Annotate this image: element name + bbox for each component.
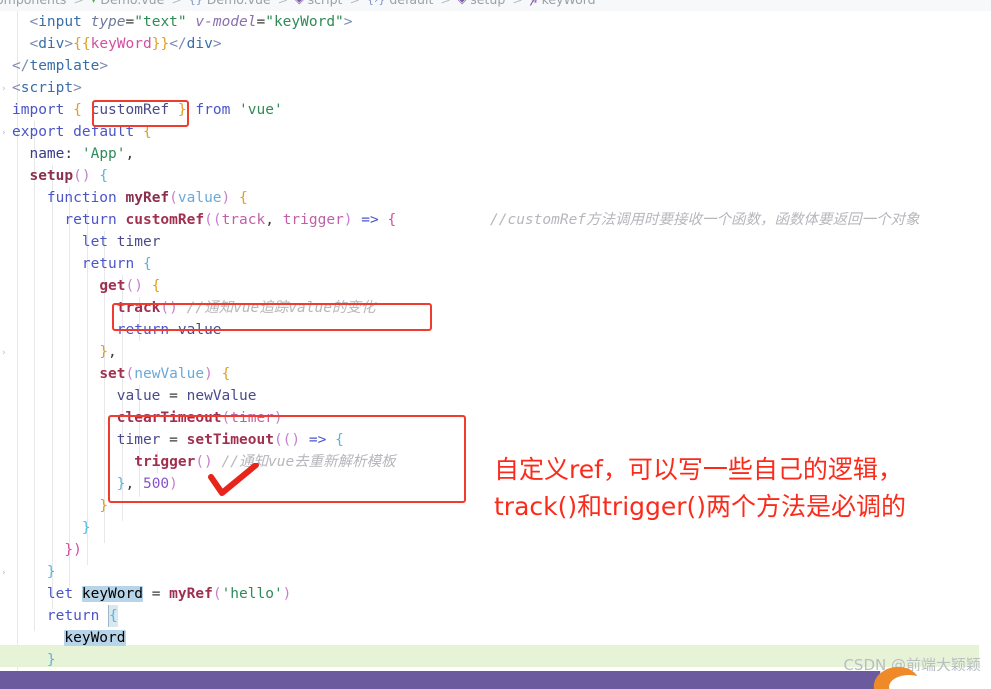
code-line[interactable]: })	[12, 539, 81, 561]
breadcrumb-label: keyWord	[542, 0, 596, 7]
breadcrumb-item-default[interactable]: {›} default	[367, 0, 433, 8]
code-line[interactable]: let keyWord = myRef('hello')	[12, 583, 291, 605]
code-line[interactable]: }	[12, 517, 91, 539]
annotation-note-line-1: 自定义ref，可以写一些自己的逻辑，	[494, 455, 903, 484]
code-line[interactable]: keyWord	[12, 627, 126, 649]
export-icon: {›}	[367, 0, 385, 8]
breadcrumb-label: Demo.vue	[100, 0, 164, 7]
code-line[interactable]: }	[12, 649, 56, 671]
breadcrumb-item-components[interactable]: omponents	[0, 0, 66, 8]
breadcrumb-label: script	[308, 0, 343, 7]
code-line[interactable]: }	[12, 495, 108, 517]
code-line[interactable]: return {	[12, 605, 118, 627]
breadcrumb-separator: >	[433, 0, 457, 8]
code-line[interactable]: set(newValue) {	[12, 363, 230, 385]
breadcrumb-item-keyword[interactable]: 𝓅 keyWord	[530, 0, 596, 8]
breadcrumb-separator: >	[342, 0, 366, 8]
inline-comment-customref: //customRef方法调用时要接收一个函数，函数体要返回一个对象	[490, 212, 920, 228]
inline-comment-trigger: //通知vue去重新解析模板	[221, 454, 396, 470]
code-line[interactable]: <div>{{keyWord}}</div>	[12, 33, 221, 55]
fold-marker-let[interactable]: ›	[2, 569, 11, 578]
breadcrumb-item-demo-vue-file[interactable]: ▾Demo.vue	[91, 0, 164, 8]
code-line[interactable]: </template>	[12, 55, 108, 77]
annotation-note-line-2: track()和trigger()两个方法是必调的	[494, 492, 907, 521]
editor-screenshot: omponents>▾Demo.vue>{}Demo.vue>◈script>{…	[0, 0, 991, 689]
code-line[interactable]: return {	[12, 253, 152, 275]
code-line[interactable]: import { customRef } from 'vue'	[12, 99, 283, 121]
code-line[interactable]: track() //通知vue追踪value的变化	[12, 297, 376, 319]
breadcrumb-item-demo-vue-symbol[interactable]: {} Demo.vue	[189, 0, 271, 8]
vue-logo-icon: ◈	[295, 0, 303, 8]
breadcrumb-separator: >	[66, 0, 90, 8]
breadcrumb-label: Demo.vue	[207, 0, 271, 7]
code-line[interactable]: timer = setTimeout(() => {	[12, 429, 344, 451]
code-line[interactable]: return customRef((track, trigger) => {	[12, 209, 396, 231]
breadcrumb-separator: >	[164, 0, 188, 8]
text-caret[interactable]: {	[108, 605, 118, 627]
code-line[interactable]: }	[12, 561, 56, 583]
fold-marker-script[interactable]: ›	[2, 85, 11, 94]
code-line[interactable]: clearTimeout(timer)	[12, 407, 283, 429]
code-line[interactable]: <input type="text" v-model="keyWord">	[12, 11, 352, 33]
code-line[interactable]: }, 500)	[12, 473, 178, 495]
variable-icon: 𝓅	[530, 0, 538, 8]
vue-file-icon: ▾	[91, 0, 97, 8]
breadcrumb-separator: >	[271, 0, 295, 8]
breadcrumb-separator: >	[505, 0, 529, 8]
status-bar	[0, 671, 991, 689]
breadcrumb-item-setup[interactable]: ◈ setup	[458, 0, 505, 8]
code-line[interactable]: let timer	[12, 231, 161, 253]
vue-logo-icon: ◈	[458, 0, 466, 8]
code-line[interactable]: setup() {	[12, 165, 108, 187]
code-line[interactable]: export default {	[12, 121, 152, 143]
code-content[interactable]: <input type="text" v-model="keyWord"> <d…	[12, 11, 991, 671]
code-line[interactable]: trigger() //通知vue去重新解析模板	[12, 451, 396, 473]
breadcrumb-label: setup	[470, 0, 505, 7]
symbol-occurrence-keyword: keyWord	[81, 586, 143, 602]
breadcrumb-item-script[interactable]: ◈ script	[295, 0, 342, 8]
fold-marker-export[interactable]: ›	[2, 129, 11, 138]
breadcrumb-label: omponents	[0, 0, 66, 7]
fold-marker-set[interactable]: ›	[2, 349, 11, 358]
breadcrumb-label: default	[389, 0, 433, 7]
code-line[interactable]: name: 'App',	[12, 143, 134, 165]
code-line[interactable]: value = newValue	[12, 385, 257, 407]
code-line[interactable]: <script>	[12, 77, 82, 99]
inline-comment-track: //通知vue追踪value的变化	[186, 300, 376, 316]
code-line[interactable]: },	[12, 341, 116, 363]
code-editor[interactable]: › › › › <input type="text" v-model="keyW…	[0, 11, 991, 671]
braces-icon: {}	[189, 0, 203, 8]
fold-gutter[interactable]: › › › ›	[0, 11, 12, 671]
code-line[interactable]: get() {	[12, 275, 160, 297]
symbol-occurrence-keyword: keyWord	[64, 630, 126, 646]
code-line[interactable]: return value	[12, 319, 222, 341]
code-line[interactable]: function myRef(value) {	[12, 187, 248, 209]
